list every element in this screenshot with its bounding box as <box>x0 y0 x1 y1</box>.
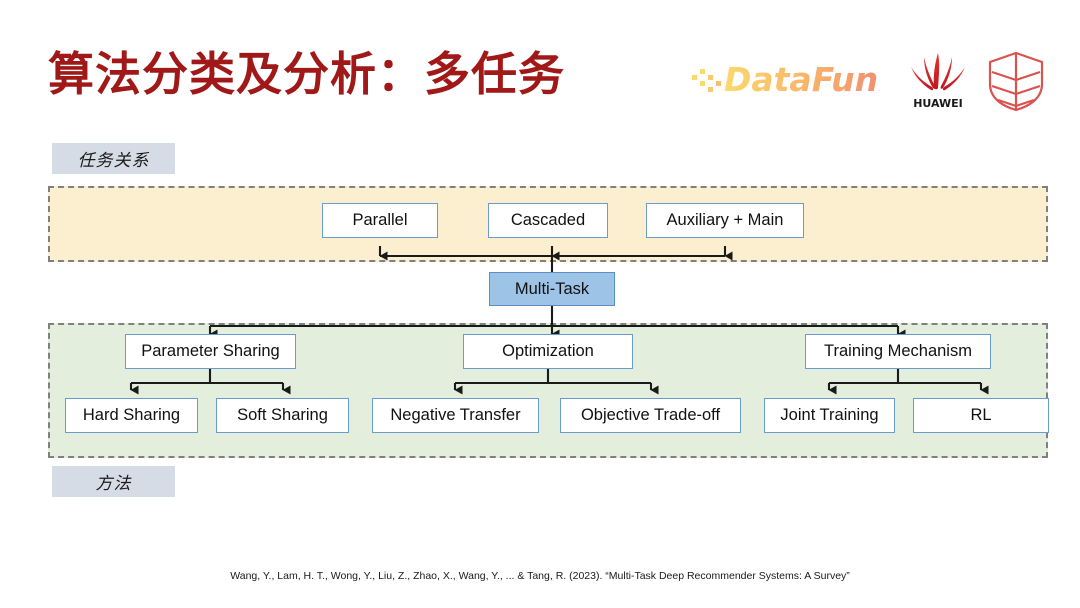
node-rl[interactable]: RL <box>913 398 1049 433</box>
zone-label-method: 方法 <box>52 466 175 497</box>
logo-group: DataFun. HUAWEI <box>690 47 1044 115</box>
slide-canvas: 算法分类及分析：多任务 DataFun. HUAWEI 任务关系 方法 Para… <box>0 0 1080 608</box>
node-objective-trade-off[interactable]: Objective Trade-off <box>560 398 741 433</box>
node-training-mechanism[interactable]: Training Mechanism <box>805 334 991 369</box>
citation-text: Wang, Y., Lam, H. T., Wong, Y., Liu, Z.,… <box>230 570 850 582</box>
page-title: 算法分类及分析：多任务 <box>48 47 565 101</box>
node-negative-transfer[interactable]: Negative Transfer <box>372 398 539 433</box>
node-cascaded[interactable]: Cascaded <box>488 203 608 238</box>
node-soft-sharing[interactable]: Soft Sharing <box>216 398 349 433</box>
node-hard-sharing[interactable]: Hard Sharing <box>65 398 198 433</box>
node-multi-task[interactable]: Multi-Task <box>489 272 615 306</box>
zone-label-task-relation: 任务关系 <box>52 143 175 174</box>
node-parameter-sharing[interactable]: Parameter Sharing <box>125 334 296 369</box>
shield-logo <box>988 51 1044 112</box>
datafun-logo: DataFun. <box>692 60 880 99</box>
huawei-wordmark: HUAWEI <box>913 97 963 110</box>
node-parallel[interactable]: Parallel <box>322 203 438 238</box>
node-optimization[interactable]: Optimization <box>463 334 633 369</box>
node-auxiliary-main[interactable]: Auxiliary + Main <box>646 203 804 238</box>
node-joint-training[interactable]: Joint Training <box>764 398 895 433</box>
svg-text:DataFun.: DataFun. <box>724 60 880 99</box>
huawei-logo: HUAWEI <box>911 53 965 110</box>
